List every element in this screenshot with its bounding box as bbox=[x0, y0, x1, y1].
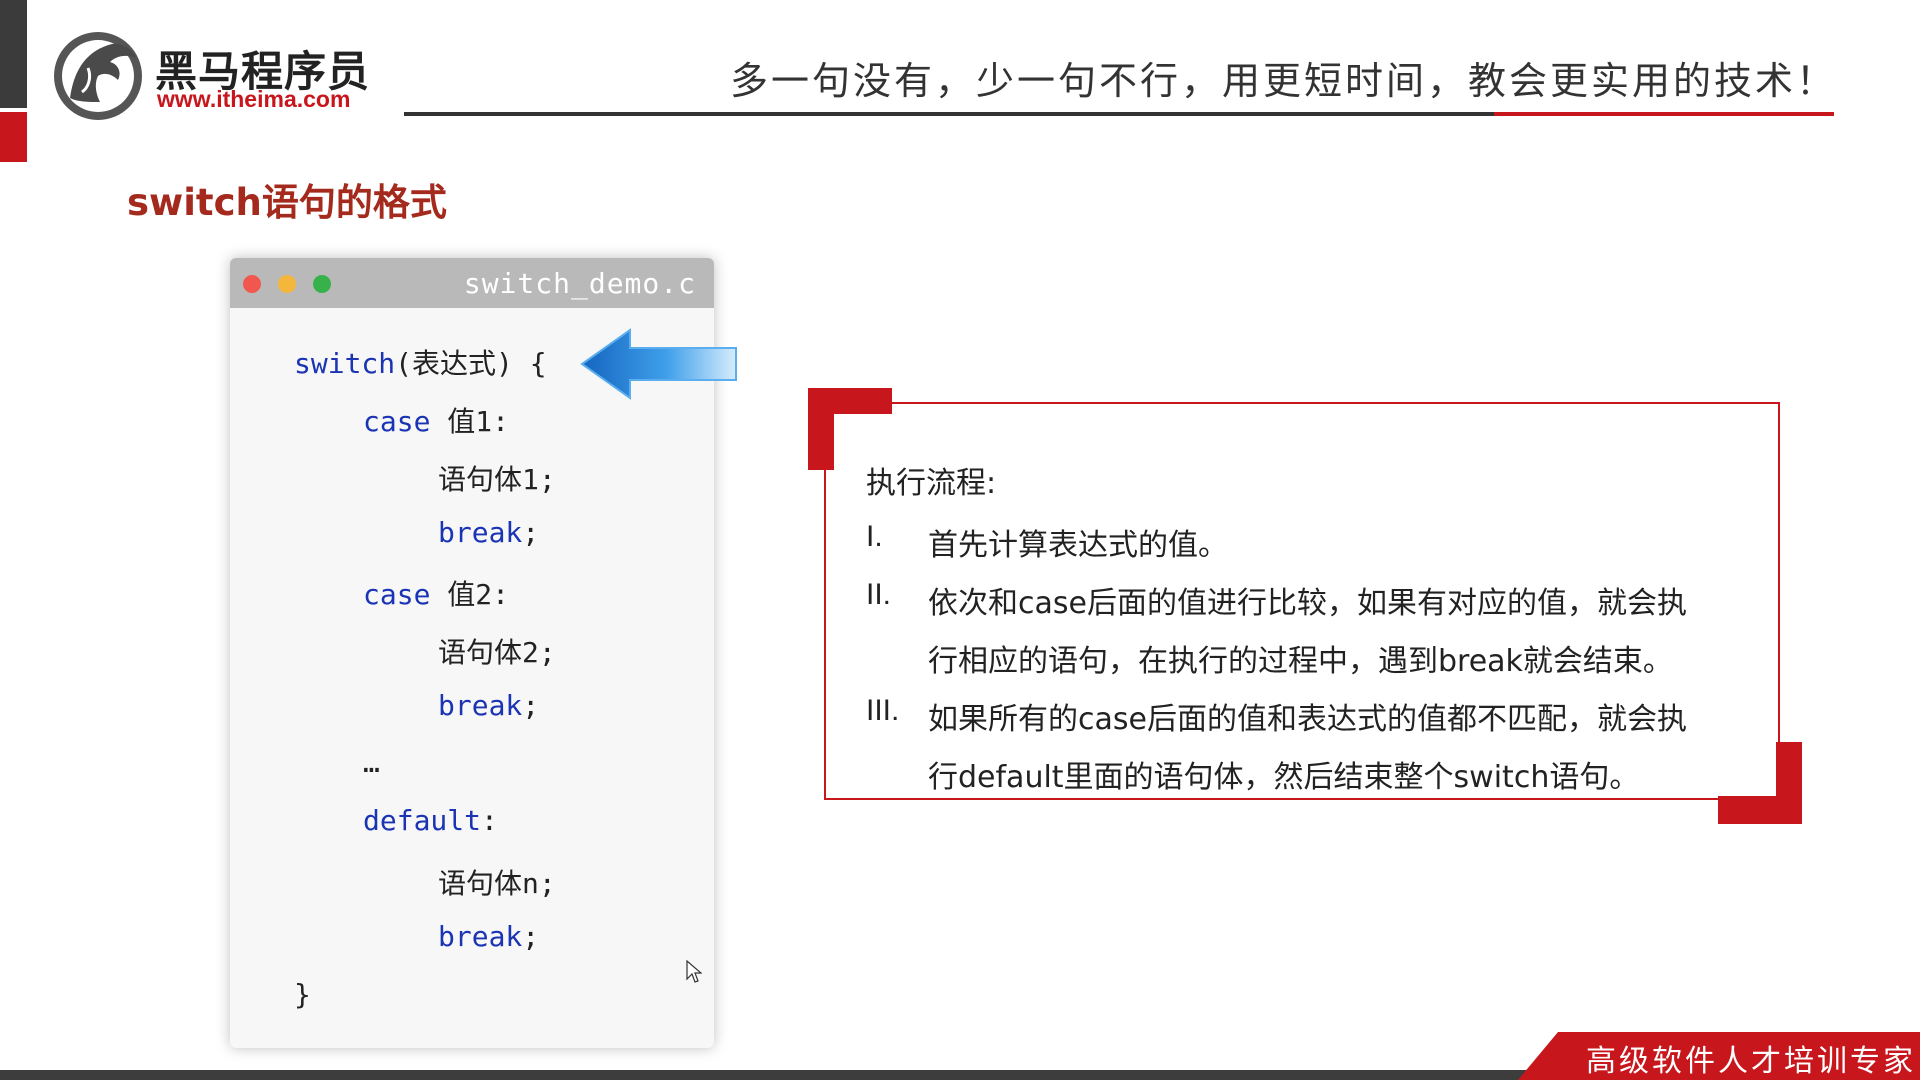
list-item-text: 依次和case后面的值进行比较，如果有对应的值，就会执 bbox=[928, 586, 1687, 621]
header-rule bbox=[404, 112, 1494, 116]
code-line: } bbox=[294, 978, 311, 1011]
code-text: 语句体2; bbox=[438, 636, 556, 669]
code-text: ; bbox=[522, 689, 540, 722]
mouse-pointer-icon bbox=[686, 960, 702, 983]
code-text: 语句体1; bbox=[438, 463, 556, 496]
code-line: case 值2: bbox=[363, 573, 509, 613]
code-text: 值1: bbox=[430, 405, 510, 438]
left-accent-red bbox=[0, 112, 27, 162]
code-line: 语句体2; bbox=[438, 631, 556, 671]
header-rule-accent bbox=[1494, 112, 1834, 116]
code-text: ; bbox=[522, 516, 540, 549]
code-keyword: break bbox=[438, 689, 523, 722]
list-item-text: 如果所有的case后面的值和表达式的值都不匹配，就会执 bbox=[928, 702, 1687, 737]
code-line: break; bbox=[438, 516, 539, 549]
close-dot-icon bbox=[243, 275, 261, 293]
code-text: (表达式) { bbox=[395, 347, 547, 380]
left-accent-dark bbox=[0, 0, 27, 108]
code-line: break; bbox=[438, 920, 539, 953]
footer-badge-text: 高级软件人才培训专家 bbox=[1586, 1044, 1916, 1079]
list-item-text: 行相应的语句，在执行的过程中，遇到break就会结束。 bbox=[928, 644, 1673, 679]
code-keyword: default bbox=[363, 804, 482, 837]
info-box-corner bbox=[808, 388, 834, 470]
code-text: } bbox=[294, 978, 311, 1011]
minimize-dot-icon bbox=[278, 275, 296, 293]
code-keyword: switch bbox=[294, 347, 396, 380]
code-line: break; bbox=[438, 689, 539, 722]
info-box-corner bbox=[1776, 742, 1802, 824]
list-number: I. bbox=[866, 520, 883, 553]
info-title: 执行流程: bbox=[866, 466, 997, 501]
slide-title: switch语句的格式 bbox=[127, 181, 447, 224]
list-item-text: 行default里面的语句体，然后结束整个switch语句。 bbox=[928, 760, 1640, 795]
code-line: case 值1: bbox=[363, 400, 509, 440]
code-text: 值2: bbox=[430, 578, 510, 611]
horse-logo-icon bbox=[54, 32, 142, 120]
code-keyword: break bbox=[438, 920, 523, 953]
list-item-text: 首先计算表达式的值。 bbox=[928, 528, 1228, 563]
code-keyword: case bbox=[363, 578, 431, 611]
brand-url: www.itheima.com bbox=[157, 86, 351, 112]
maximize-dot-icon bbox=[313, 275, 331, 293]
code-text: 语句体n; bbox=[438, 867, 556, 900]
code-text: : bbox=[481, 804, 498, 837]
code-text: … bbox=[363, 746, 380, 779]
list-number: III. bbox=[866, 694, 900, 727]
code-line: 语句体1; bbox=[438, 458, 556, 498]
slogan: 多一句没有，少一句不行，用更短时间，教会更实用的技术！ bbox=[730, 59, 1838, 103]
code-keyword: case bbox=[363, 405, 431, 438]
code-line: 语句体n; bbox=[438, 862, 556, 902]
code-line: switch(表达式) { bbox=[294, 342, 547, 382]
code-line: … bbox=[363, 746, 380, 779]
code-line: default: bbox=[363, 804, 498, 837]
list-number: II. bbox=[866, 578, 892, 611]
code-text: ; bbox=[522, 920, 540, 953]
code-keyword: break bbox=[438, 516, 523, 549]
left-arrow-icon bbox=[580, 328, 737, 400]
code-window-titlebar: switch_demo.c bbox=[230, 258, 714, 308]
code-filename: switch_demo.c bbox=[463, 267, 696, 300]
